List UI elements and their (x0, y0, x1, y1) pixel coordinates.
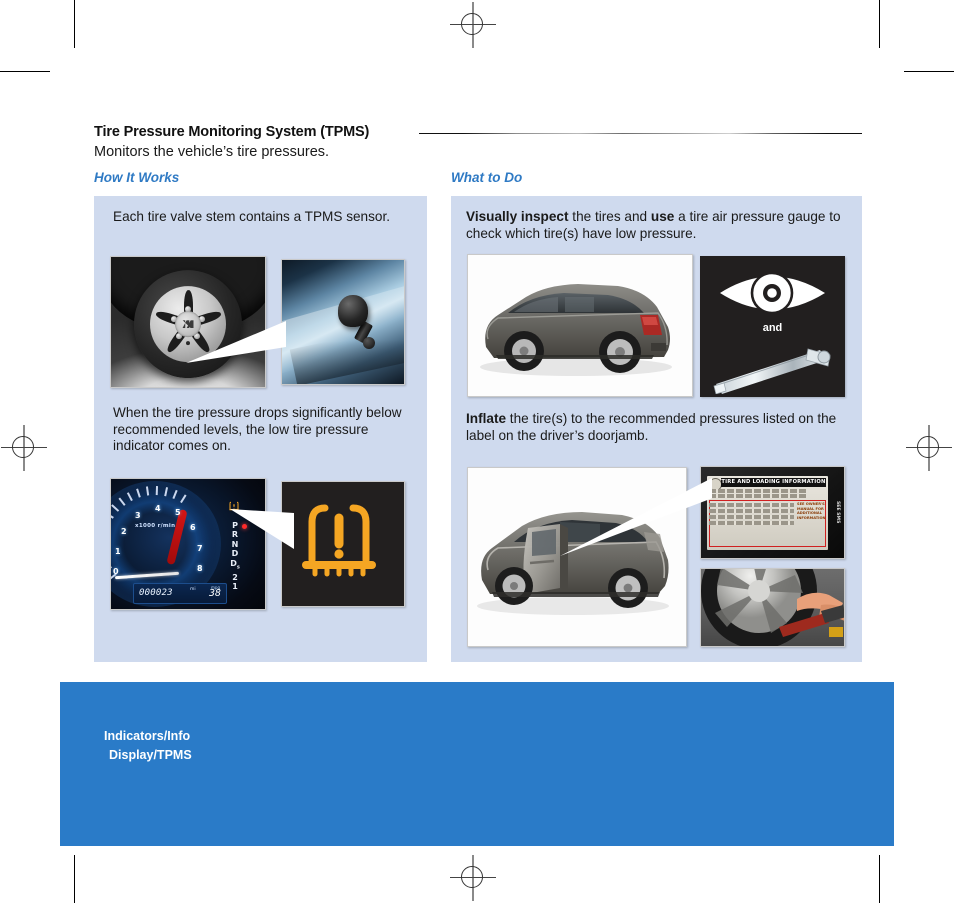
inflating-tire-illustration-icon (701, 569, 844, 646)
gear-position-active-dot-icon (242, 524, 247, 529)
odometer-unit: mi (190, 587, 196, 592)
crop-mark-bottom-left-vertical (74, 855, 75, 903)
tach-tick-6: 6 (190, 523, 196, 532)
registration-mark-bottom (450, 855, 496, 901)
tach-tick-7: 7 (197, 544, 203, 553)
image-tpms-warning-symbol (281, 481, 405, 607)
image-inflating-tire (700, 568, 845, 647)
what-to-do-step-2-text: Inflate the tire(s) to the recommended p… (466, 411, 851, 444)
footer-line-2: Display/TPMS (109, 747, 192, 762)
registration-mark-right (906, 425, 952, 471)
image-wheel (110, 256, 266, 388)
and-connector-label: and (762, 322, 783, 334)
tire-pressure-gauge-icon (713, 348, 831, 394)
footer-line-1: Indicators/Info (104, 729, 191, 743)
crop-mark-top-right-vertical (879, 0, 880, 48)
what-to-do-step-2-bold: Inflate (466, 411, 507, 426)
tpms-warning-icon (302, 504, 376, 577)
tach-tick-0: 0 (113, 567, 119, 576)
page-subtitle: Monitors the vehicle’s tire pressures. (94, 144, 330, 160)
registration-mark-left (1, 425, 47, 471)
sticker-owners-manual-note: SEE OWNER'S MANUAL FOR ADDITIONAL INFORM… (797, 502, 826, 520)
valve-stem-cap-icon (338, 294, 369, 327)
tach-tick-2: 2 (121, 527, 127, 536)
sticker-side-code: SEE SMS (835, 501, 840, 524)
crop-mark-top-left-horizontal (0, 71, 50, 72)
what-to-do-step-2-suffix: the tire(s) to the recommended pressures… (466, 411, 837, 443)
what-to-do-step-1-mid: the tires and (568, 209, 651, 224)
how-it-works-step-1-text: Each tire valve stem contains a TPMS sen… (113, 209, 391, 224)
page-title: Tire Pressure Monitoring System (TPMS) (94, 124, 370, 140)
image-sedan-rear-view (467, 254, 693, 397)
odometer-value: 000023 (139, 588, 173, 598)
tach-tick-4: 4 (155, 504, 161, 513)
footer-section-label: Indicators/Info Display/TPMS (104, 727, 192, 764)
crop-mark-top-left-vertical (74, 0, 75, 48)
what-to-do-step-1-bold-1: Visually inspect (466, 209, 569, 224)
crop-mark-top-right-horizontal (904, 71, 954, 72)
tach-tick-5: 5 (175, 508, 181, 517)
tire-loading-information-sticker: TIRE AND LOADING INFORMATION SEE OWNER'S… (707, 476, 828, 550)
image-valve-stem-closeup (281, 259, 405, 385)
section-heading-how-it-works: How It Works (94, 170, 180, 185)
image-doorjamb-label: TIRE AND LOADING INFORMATION SEE OWNER'S… (700, 466, 845, 559)
sticker-heading: TIRE AND LOADING INFORMATION (721, 478, 826, 487)
what-to-do-step-1-text: Visually inspect the tires and use a tir… (466, 209, 846, 242)
gear-position-indicator: P R N D Ds 2 1 (230, 521, 240, 592)
sedan-door-open-illustration-icon (477, 512, 669, 615)
image-sedan-door-open (467, 467, 687, 647)
registration-mark-top (450, 2, 496, 48)
odometer-display: 000023 mi mpg 38 (133, 583, 227, 604)
tach-tick-1: 1 (115, 547, 121, 556)
section-heading-what-to-do: What to Do (451, 170, 523, 185)
crop-mark-bottom-right-vertical (879, 855, 880, 903)
fuel-economy-value: 38 (208, 588, 221, 599)
tach-unit-label: x1000 r/min (135, 523, 176, 529)
image-instrument-cluster: 0 1 2 3 4 5 6 7 8 x1000 r/min 000023 mi … (110, 478, 266, 610)
footer-banner (60, 682, 894, 846)
what-to-do-step-1-bold-2: use (650, 209, 675, 224)
tach-tick-8: 8 (197, 564, 203, 573)
wheel-hub-emblem-icon (175, 311, 201, 338)
how-it-works-step-2-text: When the tire pressure drops significant… (113, 405, 402, 453)
title-rule (419, 133, 862, 134)
image-eye-and-gauge: and (700, 256, 845, 397)
sedan-illustration-icon (480, 284, 672, 376)
eye-icon (720, 271, 825, 315)
tach-tick-3: 3 (135, 511, 141, 520)
print-sheet: Tire Pressure Monitoring System (TPMS) M… (0, 0, 954, 903)
